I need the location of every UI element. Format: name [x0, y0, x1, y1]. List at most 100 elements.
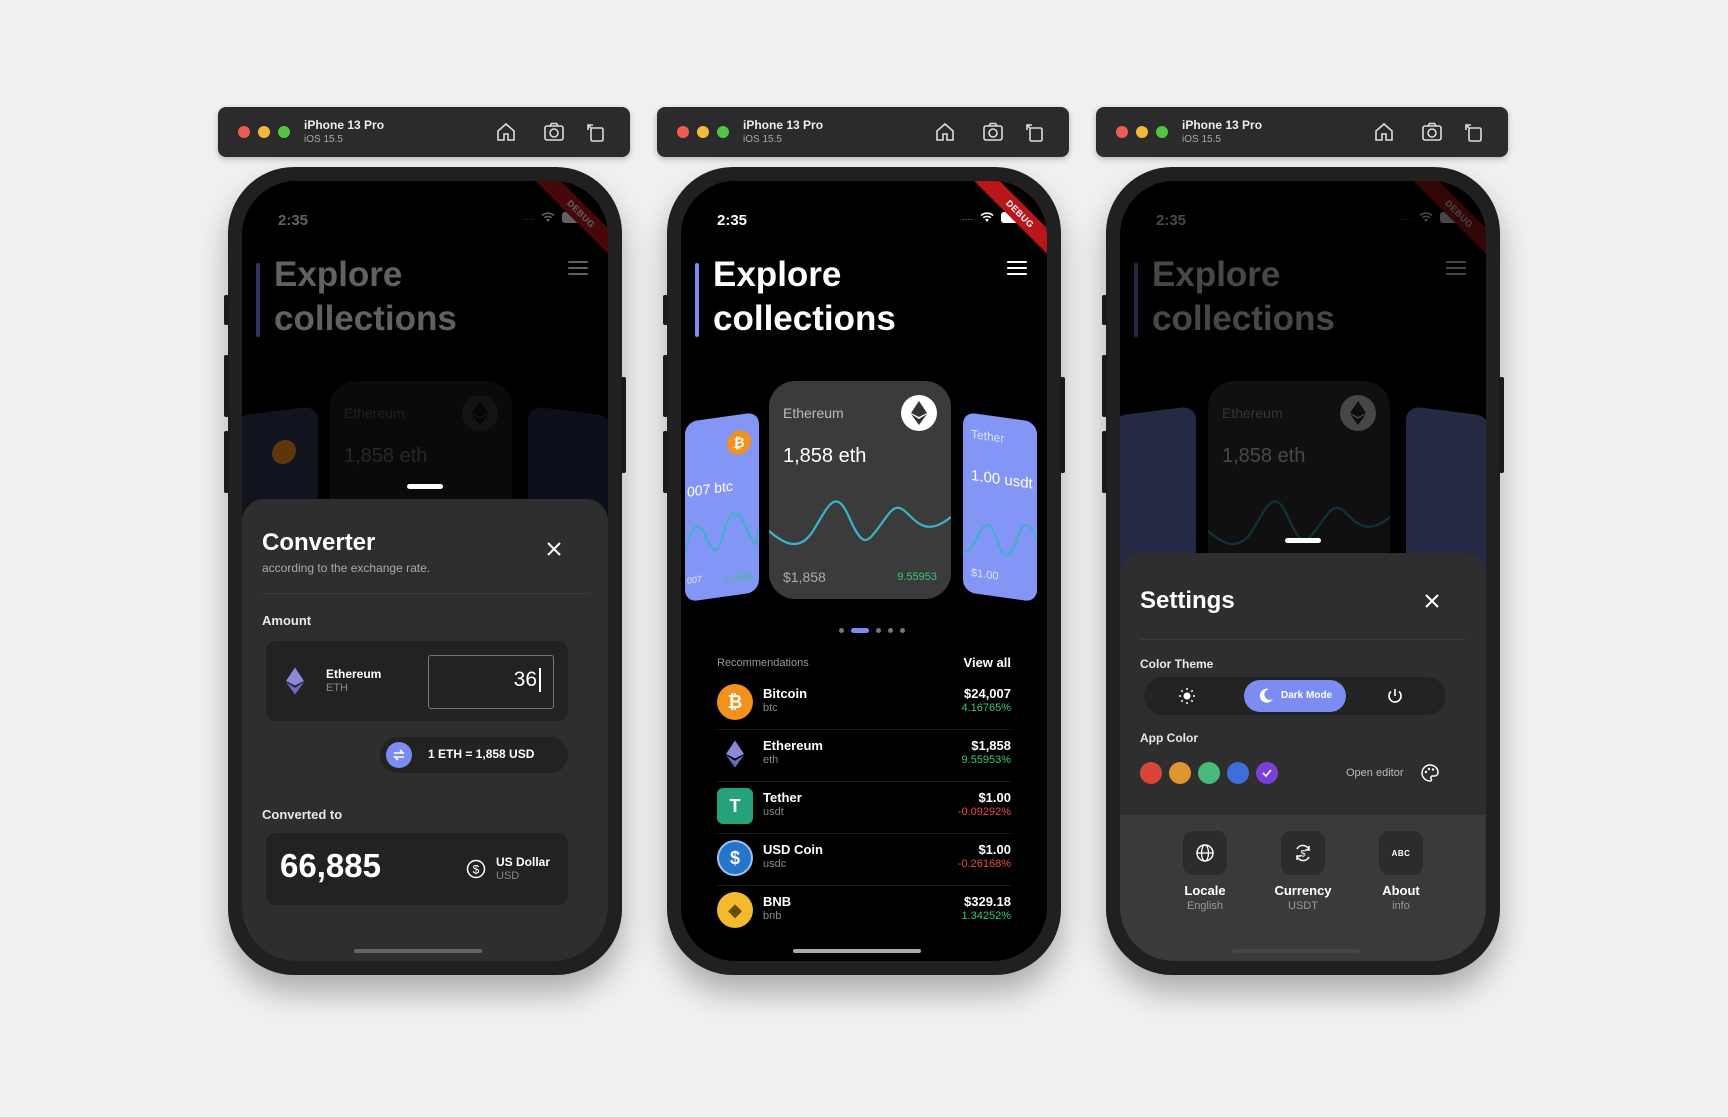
converter-sheet: Converter according to the exchange rate…	[242, 499, 608, 961]
simulator-toolbar: iPhone 13 Pro iOS 15.5	[1096, 107, 1508, 157]
home-indicator[interactable]	[354, 949, 482, 953]
phone-frame: 2:35 .... DEBUG Explore collections ₿ 007…	[663, 167, 1065, 975]
power-icon[interactable]	[1386, 687, 1404, 705]
coin-name: Ethereum	[326, 667, 382, 681]
bitcoin-icon: ₿	[717, 684, 753, 720]
home-indicator[interactable]	[793, 949, 921, 953]
bitcoin-icon: ₿	[727, 428, 751, 457]
page-title: Explorecollections	[713, 255, 896, 338]
simulator-device-name: iPhone 13 Pro	[743, 118, 824, 132]
converted-value: 66,885	[280, 847, 381, 884]
settings-sheet: Settings Color Theme Dark Mode App Color…	[1120, 553, 1486, 961]
moon-icon	[1259, 688, 1273, 703]
menu-icon[interactable]	[1007, 261, 1027, 279]
ethereum-card[interactable]: Ethereum 1,858 eth $1,858 9.55953	[769, 381, 951, 599]
simulator-os-version: iOS 15.5	[304, 134, 343, 145]
swap-icon	[386, 742, 412, 768]
zoom-window-button[interactable]	[1156, 126, 1168, 138]
color-swatch-orange[interactable]	[1169, 762, 1191, 784]
zoom-window-button[interactable]	[717, 126, 729, 138]
svg-text:$: $	[473, 863, 480, 877]
screenshot-icon[interactable]	[1420, 120, 1444, 144]
sun-icon[interactable]	[1178, 687, 1196, 705]
rotate-icon[interactable]	[1023, 120, 1047, 144]
close-icon[interactable]	[544, 539, 564, 559]
usd-coin-icon: $	[717, 840, 753, 876]
list-item[interactable]: T Tether usdt $1.00 -0.09292%	[717, 781, 1011, 834]
color-swatch-blue[interactable]	[1227, 762, 1249, 784]
color-swatch-green[interactable]	[1198, 762, 1220, 784]
globe-icon	[1183, 831, 1227, 875]
currency-exchange-icon: $	[1281, 831, 1325, 875]
exchange-rate-pill[interactable]: 1 ETH = 1,858 USD	[380, 737, 568, 773]
close-icon[interactable]	[1422, 591, 1442, 611]
phone-screen: 2:35 .... DEBUG Explorecollections Ether…	[242, 181, 608, 961]
color-swatch-purple-selected[interactable]	[1256, 762, 1278, 784]
close-window-button[interactable]	[677, 126, 689, 138]
home-indicator[interactable]	[1232, 949, 1360, 953]
converted-box: 66,885 $ US Dollar USD	[266, 833, 568, 905]
list-item[interactable]: ₿ Bitcoin btc $24,007 4.16765%	[717, 677, 1011, 730]
simulator-toolbar: iPhone 13 Pro iOS 15.5	[657, 107, 1069, 157]
minimize-window-button[interactable]	[697, 126, 709, 138]
phone-frame: 2:35 .... DEBUG Explorecollections Ether…	[1102, 167, 1504, 975]
dark-mode-option[interactable]: Dark Mode	[1244, 680, 1346, 712]
check-icon	[1262, 769, 1272, 777]
coin-symbol: ETH	[326, 682, 348, 694]
converted-label: Converted to	[262, 807, 343, 822]
simulator-device-name: iPhone 13 Pro	[304, 118, 385, 132]
amount-input[interactable]: 36	[428, 655, 554, 709]
simulator-os-version: iOS 15.5	[743, 134, 782, 145]
ethereum-icon	[286, 667, 304, 695]
color-theme-label: Color Theme	[1140, 657, 1214, 671]
svg-text:$: $	[1300, 849, 1305, 859]
screenshot-icon[interactable]	[542, 120, 566, 144]
view-all-link[interactable]: View all	[964, 655, 1011, 670]
about-button[interactable]: ABC About info	[1361, 831, 1441, 912]
minimize-window-button[interactable]	[258, 126, 270, 138]
close-window-button[interactable]	[1116, 126, 1128, 138]
minimize-window-button[interactable]	[1136, 126, 1148, 138]
currency-symbol: USD	[496, 870, 520, 882]
palette-icon[interactable]	[1420, 763, 1440, 783]
home-icon[interactable]	[933, 120, 957, 144]
tether-card[interactable]: Tether 1.00 usdt $1.00	[963, 411, 1037, 603]
home-icon[interactable]	[1372, 120, 1396, 144]
recommendations-title: Recommendations	[717, 657, 809, 669]
rotate-icon[interactable]	[584, 120, 608, 144]
converter-title: Converter	[262, 529, 376, 556]
amount-box: Ethereum ETH 36	[266, 641, 568, 721]
locale-button[interactable]: Locale English	[1165, 831, 1245, 912]
list-item[interactable]: ◆ BNB bnb $329.18 1.34252%	[717, 885, 1011, 937]
currency-name: US Dollar	[496, 855, 551, 869]
zoom-window-button[interactable]	[278, 126, 290, 138]
simulator-os-version: iOS 15.5	[1182, 134, 1221, 145]
bnb-icon: ◆	[717, 892, 753, 928]
close-window-button[interactable]	[238, 126, 250, 138]
status-time: 2:35	[717, 212, 748, 229]
list-item[interactable]: $ USD Coin usdc $1.00 -0.26168%	[717, 833, 1011, 886]
phone-screen: 2:35 .... DEBUG Explorecollections Ether…	[1120, 181, 1486, 961]
phone-screen: 2:35 .... DEBUG Explore collections ₿ 007…	[681, 181, 1047, 961]
settings-bottom-bar: Locale English $ Currency USDT ABC About…	[1120, 815, 1486, 961]
sheet-grabber[interactable]	[1285, 538, 1321, 543]
converter-subtitle: according to the exchange rate.	[262, 561, 431, 575]
abc-icon: ABC	[1379, 831, 1423, 875]
wifi-icon	[980, 212, 994, 222]
color-swatch-red[interactable]	[1140, 762, 1162, 784]
currency-button[interactable]: $ Currency USDT	[1263, 831, 1343, 912]
list-item[interactable]: Ethereum eth $1,858 9.55953%	[717, 729, 1011, 782]
phone-frame: 2:35 .... DEBUG Explorecollections Ether…	[224, 167, 626, 975]
simulator-toolbar: iPhone 13 Pro iOS 15.5	[218, 107, 630, 157]
tether-icon: T	[717, 788, 753, 824]
home-icon[interactable]	[494, 120, 518, 144]
rotate-icon[interactable]	[1462, 120, 1486, 144]
bitcoin-card[interactable]: ₿ 007 btc 007 4.16765	[685, 411, 759, 603]
open-editor-link[interactable]: Open editor	[1346, 767, 1403, 779]
app-color-label: App Color	[1140, 731, 1198, 745]
sheet-grabber[interactable]	[407, 484, 443, 489]
screenshot-icon[interactable]	[981, 120, 1005, 144]
dollar-icon: $	[466, 859, 486, 879]
theme-segmented-control: Dark Mode	[1144, 677, 1446, 715]
carousel-pager[interactable]	[839, 628, 905, 633]
